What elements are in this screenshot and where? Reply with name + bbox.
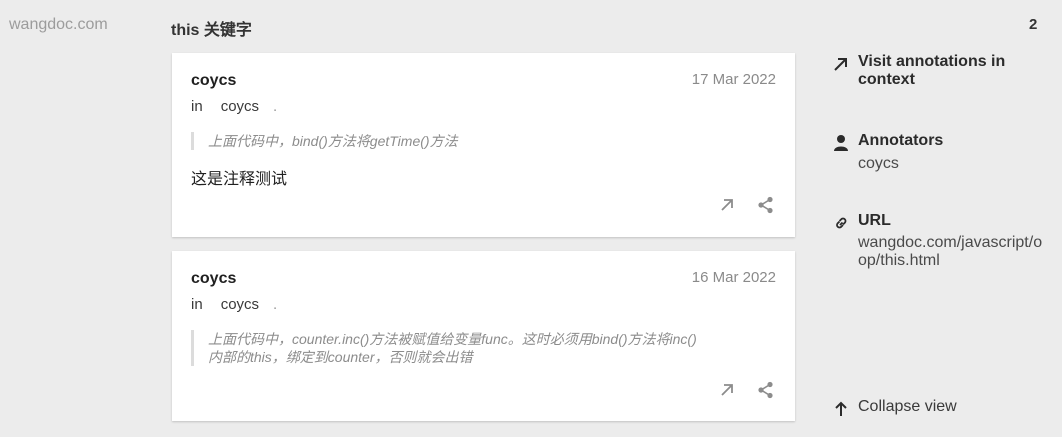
group-title: this 关键字 bbox=[171, 22, 252, 39]
person-icon bbox=[833, 134, 849, 152]
site-name: wangdoc.com bbox=[9, 16, 108, 33]
annotation-quote: 上面代码中，bind()方法将getTime()方法 bbox=[191, 132, 755, 150]
url-line: wangdoc.com/javascript/o bbox=[858, 234, 1043, 251]
arrow-up-icon bbox=[833, 400, 849, 418]
annotation-user[interactable]: coycs bbox=[191, 270, 236, 288]
share-icon[interactable] bbox=[755, 194, 777, 216]
annotator-name[interactable]: coycs bbox=[858, 155, 899, 173]
annotation-count: 2 bbox=[1029, 16, 1038, 33]
annotation-card: coycs 16 Mar 2022 in coycs. 上面代码中，counter… bbox=[172, 251, 795, 421]
arrow-up-right-icon bbox=[833, 55, 849, 73]
arrow-up-right-icon[interactable] bbox=[716, 379, 738, 401]
separator-dot: . bbox=[273, 296, 278, 313]
link-icon bbox=[833, 214, 849, 232]
separator-dot: . bbox=[273, 98, 278, 115]
annotation-text: 这是注释测试 bbox=[191, 171, 288, 188]
annotation-date[interactable]: 17 Mar 2022 bbox=[692, 71, 776, 88]
annotation-date[interactable]: 16 Mar 2022 bbox=[692, 269, 776, 286]
quote-line: 上面代码中，counter.inc()方法被赋值给变量func。这时必须用bin… bbox=[208, 331, 697, 347]
annotation-user[interactable]: coycs bbox=[191, 72, 236, 90]
group-row: in coycs. bbox=[191, 296, 277, 313]
url-value[interactable]: wangdoc.com/javascript/o op/this.html bbox=[858, 234, 1042, 270]
group-link[interactable]: coycs bbox=[221, 98, 259, 115]
group-row: in coycs. bbox=[191, 98, 277, 115]
annotators-title: Annotators bbox=[858, 132, 944, 149]
in-label: in bbox=[191, 98, 203, 115]
in-label: in bbox=[191, 296, 203, 313]
quote-line: 内部的this，绑定到counter，否则就会出错 bbox=[208, 349, 473, 365]
url-line: op/this.html bbox=[858, 252, 940, 269]
annotation-card: coycs 17 Mar 2022 in coycs. 上面代码中，bind()方… bbox=[172, 53, 795, 237]
visit-label-line: context bbox=[858, 71, 915, 88]
group-link[interactable]: coycs bbox=[221, 296, 259, 313]
share-icon[interactable] bbox=[755, 379, 777, 401]
url-title: URL bbox=[858, 212, 891, 229]
visit-label-line: Visit annotations in bbox=[858, 53, 1006, 70]
collapse-view-label: Collapse view bbox=[858, 398, 957, 415]
visit-label[interactable]: Visit annotations in context bbox=[858, 53, 1005, 89]
arrow-up-right-icon[interactable] bbox=[716, 194, 738, 216]
annotation-quote: 上面代码中，counter.inc()方法被赋值给变量func。这时必须用bin… bbox=[191, 330, 755, 366]
